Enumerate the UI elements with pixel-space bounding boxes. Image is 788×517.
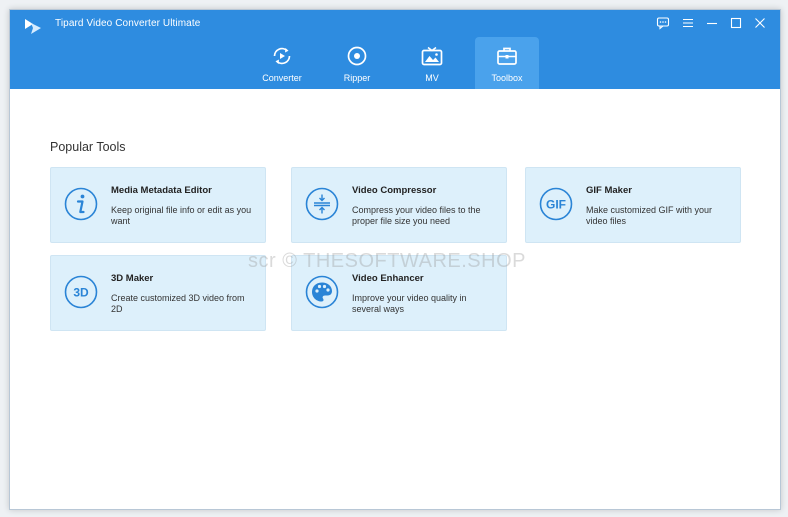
tool-desc: Make customized GIF with your video file… xyxy=(586,205,713,226)
tab-converter[interactable]: Converter xyxy=(250,37,314,89)
compress-icon xyxy=(305,187,339,221)
mv-icon xyxy=(421,46,443,66)
toolbox-icon xyxy=(497,47,517,65)
tab-mv-label: MV xyxy=(425,73,439,83)
main-nav: Converter Ripper MV Toolbox xyxy=(250,37,550,89)
close-icon[interactable] xyxy=(753,16,767,30)
3d-icon-text: 3D xyxy=(73,286,89,300)
minimize-icon[interactable] xyxy=(705,16,719,30)
tool-name: GIF Maker xyxy=(586,185,632,196)
ripper-icon xyxy=(347,46,367,66)
app-window: Tipard Video Converter Ultimate Converte… xyxy=(9,9,781,510)
feedback-icon[interactable] xyxy=(656,16,670,30)
tab-toolbox-label: Toolbox xyxy=(491,73,523,83)
tool-card-gif-maker[interactable]: GIF GIF Maker Make customized GIF with y… xyxy=(525,167,741,243)
section-title: Popular Tools xyxy=(50,140,126,154)
tab-mv[interactable]: MV xyxy=(400,37,464,89)
maximize-icon[interactable] xyxy=(729,16,743,30)
tool-desc: Compress your video files to the proper … xyxy=(352,205,481,226)
tool-name: Video Compressor xyxy=(352,185,437,196)
tab-ripper-label: Ripper xyxy=(343,73,371,83)
gif-icon-text: GIF xyxy=(546,198,566,212)
tool-desc: Create customized 3D video from 2D xyxy=(111,293,245,314)
tab-toolbox[interactable]: Toolbox xyxy=(475,37,539,89)
tool-card-media-metadata-editor[interactable]: Media Metadata Editor Keep original file… xyxy=(50,167,266,243)
tool-name: Media Metadata Editor xyxy=(111,185,212,196)
app-title: Tipard Video Converter Ultimate xyxy=(55,18,201,29)
watermark: scr © THESOFTWARE.SHOP xyxy=(248,250,526,272)
tool-name: 3D Maker xyxy=(111,273,154,284)
tab-ripper[interactable]: Ripper xyxy=(325,37,389,89)
header-bar: Tipard Video Converter Ultimate Converte… xyxy=(10,10,780,89)
tool-card-3d-maker[interactable]: 3D 3D Maker Create customized 3D video f… xyxy=(50,255,266,331)
tool-desc: Keep original file info or edit as you w… xyxy=(111,205,252,226)
palette-icon xyxy=(305,275,339,309)
gif-icon: GIF xyxy=(539,187,573,221)
tool-desc: Improve your video quality in several wa… xyxy=(352,293,467,314)
3d-icon: 3D xyxy=(64,275,98,309)
menu-icon[interactable] xyxy=(681,16,695,30)
tool-name: Video Enhancer xyxy=(352,273,424,284)
info-icon xyxy=(64,187,98,221)
tab-converter-label: Converter xyxy=(262,73,302,83)
converter-icon xyxy=(273,47,291,65)
app-logo-icon xyxy=(25,19,41,34)
tool-card-video-compressor[interactable]: Video Compressor Compress your video fil… xyxy=(291,167,507,243)
